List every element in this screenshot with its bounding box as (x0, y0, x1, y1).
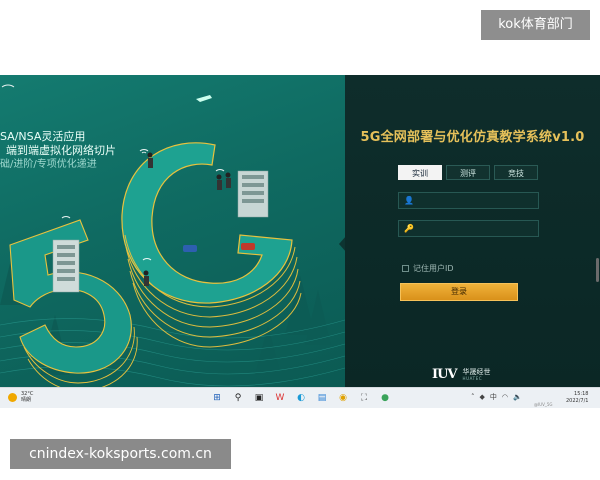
hero-line-1: SA/NSA灵活应用 (0, 130, 86, 143)
chevron-up-icon[interactable]: ˄ (471, 393, 475, 401)
tray-app-icon[interactable]: ◆ (480, 393, 485, 401)
clock-date: 2022/7/1 (566, 398, 589, 404)
hero-graphic (0, 84, 345, 387)
app2-icon[interactable]: ● (378, 391, 392, 405)
clock[interactable]: 15:18 2022/7/1 (566, 391, 588, 405)
hero-illustration: SA/NSA灵活应用 端到端虚拟化网络切片 础/进阶/专项优化递进 (0, 75, 345, 387)
hero-line-2: 端到端虚拟化网络切片 (6, 144, 116, 157)
tab-training[interactable]: 实训 (398, 165, 442, 180)
windows-taskbar: 32°C 晴朗 ⊞ ⚲ ▣ W ◐ ▤ ◉ ⛶ ● ˄ ◆ 中 ◠ 🔈 15:1… (0, 387, 600, 408)
page: kok体育部门 SA/NSA灵活应用 端到端虚拟化网络切片 础/进阶/专项优化递… (0, 0, 600, 480)
watermark: @IUV_5G (534, 402, 553, 407)
g-letter (121, 142, 302, 348)
search-icon[interactable]: ⚲ (231, 391, 245, 405)
lock-icon: 🔑 (404, 224, 414, 233)
windows-start-icon[interactable]: ⊞ (210, 391, 224, 405)
hero-slogan: SA/NSA灵活应用 端到端虚拟化网络切片 础/进阶/专项优化递进 (0, 130, 116, 172)
wifi-icon[interactable]: ◠ (502, 393, 508, 401)
system-title: 5G全网部署与优化仿真教学系统v1.0 (360, 130, 585, 145)
department-badge: kok体育部门 (481, 10, 590, 40)
login-panel: 5G全网部署与优化仿真教学系统v1.0 实训 测评 竞技 👤 🔑 记住用户ID … (345, 75, 600, 387)
input-method-indicator[interactable]: 中 (490, 392, 497, 402)
username-field[interactable]: 👤 (398, 192, 539, 209)
taskbar-apps: ⊞ ⚲ ▣ W ◐ ▤ ◉ ⛶ ● (210, 391, 392, 405)
system-tray: ˄ ◆ 中 ◠ 🔈 (471, 392, 522, 402)
volume-icon[interactable]: 🔈 (513, 393, 522, 401)
password-field[interactable]: 🔑 (398, 220, 539, 237)
photographed-screen: SA/NSA灵活应用 端到端虚拟化网络切片 础/进阶/专项优化递进 5G全网部署… (0, 75, 600, 408)
logo-text: 华晟经世 HUATEC (463, 368, 491, 381)
hero-line-3: 础/进阶/专项优化递进 (0, 159, 97, 170)
remember-checkbox[interactable] (402, 265, 409, 272)
user-icon: 👤 (404, 196, 414, 205)
password-input[interactable] (416, 222, 536, 235)
scroll-handle[interactable] (596, 258, 599, 282)
tab-competition[interactable]: 竞技 (494, 165, 538, 180)
login-button[interactable]: 登录 (400, 283, 518, 301)
site-url-badge: cnindex-koksports.com.cn (10, 439, 231, 469)
chrome-icon[interactable]: ◉ (336, 391, 350, 405)
remember-label: 记住用户ID (413, 264, 454, 273)
username-input[interactable] (416, 194, 536, 207)
sun-icon (8, 392, 17, 402)
tab-assessment[interactable]: 测评 (446, 165, 490, 180)
network-tool-icon[interactable]: ⛶ (357, 391, 371, 405)
logo-mark: IUV (432, 367, 457, 382)
weather-desc: 晴朗 (21, 397, 32, 403)
remember-user-option[interactable]: 记住用户ID (402, 263, 454, 274)
clock-time: 15:18 (574, 391, 589, 397)
logo-cn: 华晟经世 (462, 368, 491, 376)
edge-icon[interactable]: ◐ (294, 391, 308, 405)
company-logo: IUV 华晟经世 HUATEC (432, 367, 491, 382)
app-icon[interactable]: ▤ (315, 391, 329, 405)
task-view-icon[interactable]: ▣ (252, 391, 266, 405)
weather-text: 32°C 晴朗 (21, 391, 33, 403)
mode-tabs: 实训 测评 竞技 (398, 165, 538, 180)
logo-en: HUATEC (462, 376, 483, 381)
weather-widget[interactable]: 32°C 晴朗 (8, 391, 33, 403)
wps-icon[interactable]: W (273, 391, 287, 405)
